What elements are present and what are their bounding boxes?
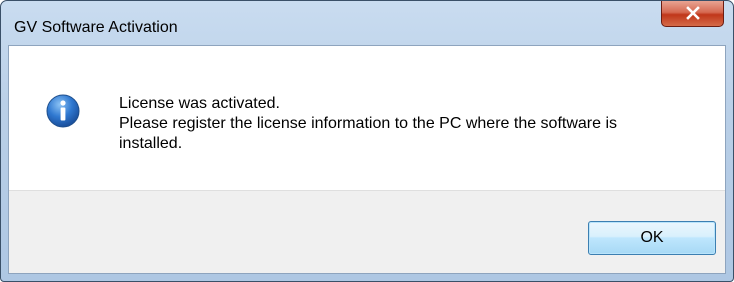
message-area: License was activated. Please register t…: [9, 46, 725, 190]
message-text: License was activated. Please register t…: [119, 94, 679, 154]
ok-button[interactable]: OK: [588, 221, 716, 255]
close-button[interactable]: [661, 1, 724, 27]
dialog-window: GV Software Activation License was activ…: [0, 0, 734, 282]
dialog-client-area: License was activated. Please register t…: [8, 45, 726, 274]
message-line: installed.: [119, 135, 183, 152]
title-bar[interactable]: GV Software Activation: [1, 1, 733, 45]
message-line: License was activated.: [119, 95, 280, 112]
message-line: Please register the license information …: [119, 115, 618, 132]
info-icon: [46, 94, 80, 128]
window-title: GV Software Activation: [14, 19, 178, 36]
button-area: OK: [9, 190, 725, 273]
close-icon: [686, 6, 700, 20]
